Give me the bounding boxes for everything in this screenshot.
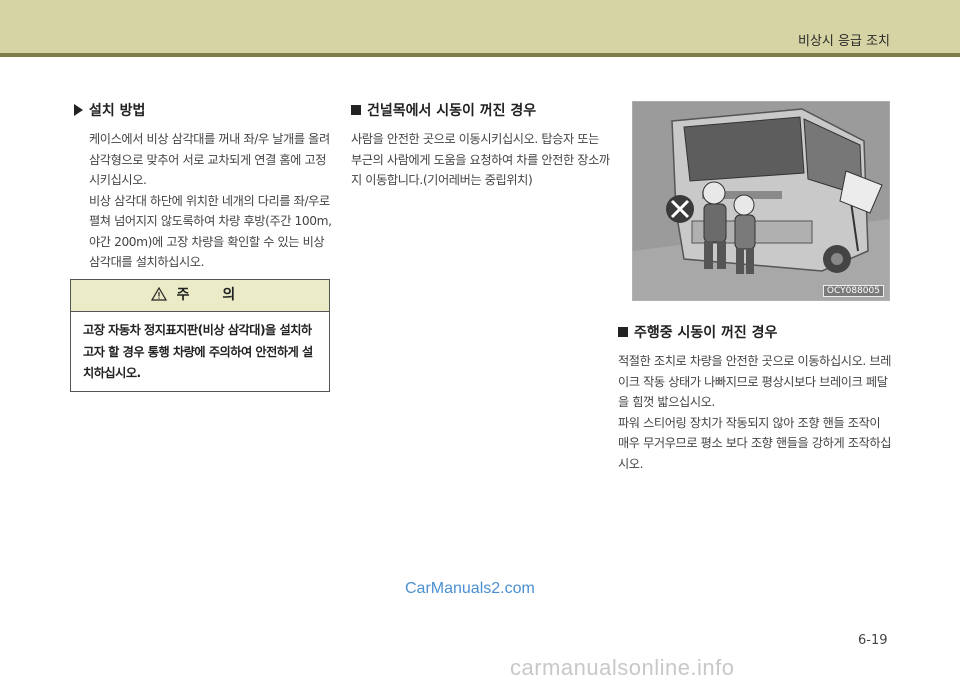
square-bullet-icon xyxy=(618,327,628,337)
square-bullet-icon xyxy=(351,105,361,115)
caution-box: 주 의 고장 자동차 정지표지판(비상 삼각대)을 설치하고자 할 경우 통행 … xyxy=(70,279,330,392)
driving-paragraph-2: 파워 스티어링 장치가 작동되지 않아 조향 핸들 조작이 매우 무거우므로 평… xyxy=(618,415,892,471)
figure-code: OCY088005 xyxy=(822,285,884,297)
footer-watermark: carmanualsonline.info xyxy=(510,655,735,680)
railroad-text: 사람을 안전한 곳으로 이동시키십시오. 탑승자 또는 부근의 사람에게 도움을… xyxy=(351,132,610,187)
warning-triangle-icon xyxy=(150,282,167,313)
railroad-section: 건널목에서 시동이 꺼진 경우 사람을 안전한 곳으로 이동시키십시오. 탑승자… xyxy=(351,100,613,191)
install-paragraph-1: 케이스에서 비상 삼각대를 꺼내 좌/우 날개를 올려 삼각형으로 맞추어 서로… xyxy=(89,132,330,187)
arrow-right-icon xyxy=(74,104,83,116)
page-number: 6-19 xyxy=(858,633,888,648)
caution-header: 주 의 xyxy=(71,280,329,312)
caution-heading: 주 의 xyxy=(176,287,250,303)
chapter-title: 비상시 응급 조치 xyxy=(798,34,890,49)
install-section: 설치 방법 케이스에서 비상 삼각대를 꺼내 좌/우 날개를 올려 삼각형으로 … xyxy=(74,100,334,273)
install-title: 설치 방법 xyxy=(89,103,146,119)
install-heading: 설치 방법 xyxy=(74,100,334,120)
install-paragraph-2: 비상 삼각대 하단에 위치한 네개의 다리를 좌/우로 펼쳐 넘어지지 않도록하… xyxy=(89,193,332,270)
railroad-heading: 건널목에서 시동이 꺼진 경우 xyxy=(351,100,613,120)
driving-heading: 주행중 시동이 꺼진 경우 xyxy=(618,322,893,342)
watermark-link[interactable]: CarManuals2.com xyxy=(405,580,535,598)
driving-paragraph-1: 적절한 조치로 차량을 안전한 곳으로 이동하십시오. 브레이크 작동 상태가 … xyxy=(618,354,892,409)
bus-illustration-svg xyxy=(632,101,890,301)
bus-push-illustration: OCY088005 xyxy=(632,101,890,301)
driving-section: 주행중 시동이 꺼진 경우 적절한 조치로 차량을 안전한 곳으로 이동하십시오… xyxy=(618,322,893,474)
caution-text: 고장 자동차 정지표지판(비상 삼각대)을 설치하고자 할 경우 통행 차량에 … xyxy=(83,323,313,380)
driving-title: 주행중 시동이 꺼진 경우 xyxy=(634,325,778,341)
header-rule xyxy=(0,53,960,57)
railroad-title: 건널목에서 시동이 꺼진 경우 xyxy=(367,103,537,119)
